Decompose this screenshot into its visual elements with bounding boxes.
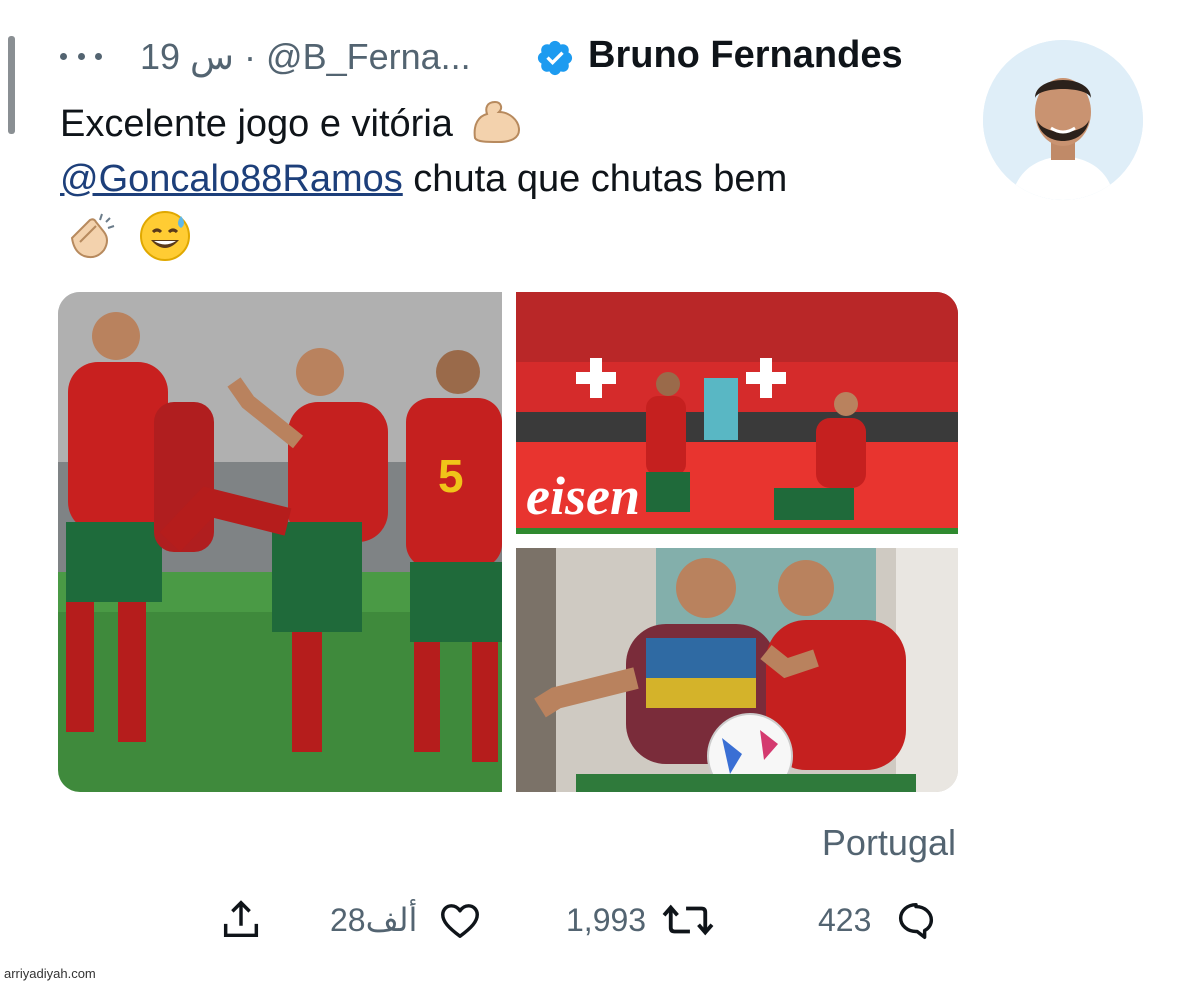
tweet-text-line2: @Goncalo88Ramos chuta que chutas bem: [60, 158, 787, 201]
tweet-meta: 19 س · @B_Ferna...: [140, 36, 471, 78]
like-count: 28ألف: [330, 902, 418, 938]
tweet-text-rest: chuta que chutas bem: [402, 158, 788, 200]
more-icon[interactable]: [60, 44, 102, 68]
grinning-sweat-emoji: [139, 211, 190, 261]
like-action[interactable]: 28ألف: [330, 894, 483, 946]
meta-separator: ·: [244, 36, 257, 77]
tweet-emoji-line: [60, 208, 193, 268]
share-action[interactable]: [218, 894, 264, 946]
like-icon[interactable]: [437, 897, 483, 943]
flexed-biceps-emoji: [474, 100, 521, 144]
avatar[interactable]: [983, 40, 1143, 200]
scroll-indicator: [8, 36, 15, 134]
watermark: arriyadiyah.com: [4, 966, 96, 981]
author-handle[interactable]: @B_Ferna...: [266, 36, 471, 77]
avatar-photo: [983, 40, 1143, 200]
svg-text:5: 5: [438, 450, 464, 502]
clapping-hands-emoji: [70, 213, 115, 259]
tweet-location[interactable]: Portugal: [822, 822, 956, 864]
tweet-time[interactable]: 19 س: [140, 36, 234, 77]
retweet-count: 1,993: [566, 901, 647, 938]
tweet-text: Excelente jogo e vitória: [60, 103, 453, 145]
reply-icon[interactable]: [893, 897, 939, 943]
retweet-icon[interactable]: [660, 897, 716, 943]
author-name[interactable]: Bruno Fernandes: [588, 34, 903, 77]
media-photo-3[interactable]: [516, 548, 958, 792]
tweet-text-line1: Excelente jogo e vitória: [60, 98, 523, 146]
media-photo-2[interactable]: eisen: [516, 292, 958, 534]
share-icon[interactable]: [218, 897, 264, 943]
svg-text:eisen: eisen: [526, 466, 640, 526]
reply-action[interactable]: 423: [818, 894, 939, 946]
tweet-media-grid[interactable]: 5 eisen: [58, 292, 958, 792]
reply-count: 423: [818, 901, 872, 938]
media-photo-1[interactable]: 5: [58, 292, 502, 792]
verified-badge-icon: [537, 40, 573, 76]
mention-link[interactable]: @Goncalo88Ramos: [60, 158, 403, 200]
retweet-action[interactable]: 1,993: [566, 894, 716, 946]
